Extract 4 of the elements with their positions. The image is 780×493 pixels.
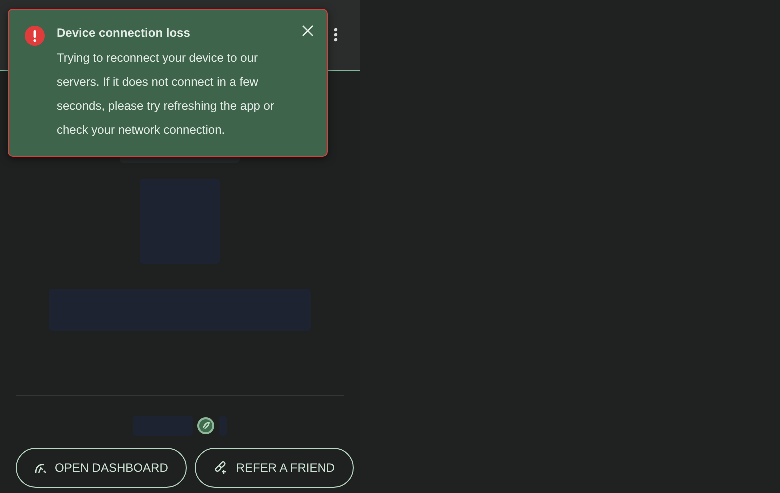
- toast-message: Trying to reconnect your device to our servers. If it does not connect in a few seconds, please try refreshing the app or check your network connection.: [57, 50, 276, 139]
- refer-button[interactable]: REFER A FRIEND: [195, 448, 354, 488]
- open-dashboard-button[interactable]: OPEN DASHBOARD: [16, 448, 188, 488]
- toast-title: Device connection loss: [57, 25, 192, 42]
